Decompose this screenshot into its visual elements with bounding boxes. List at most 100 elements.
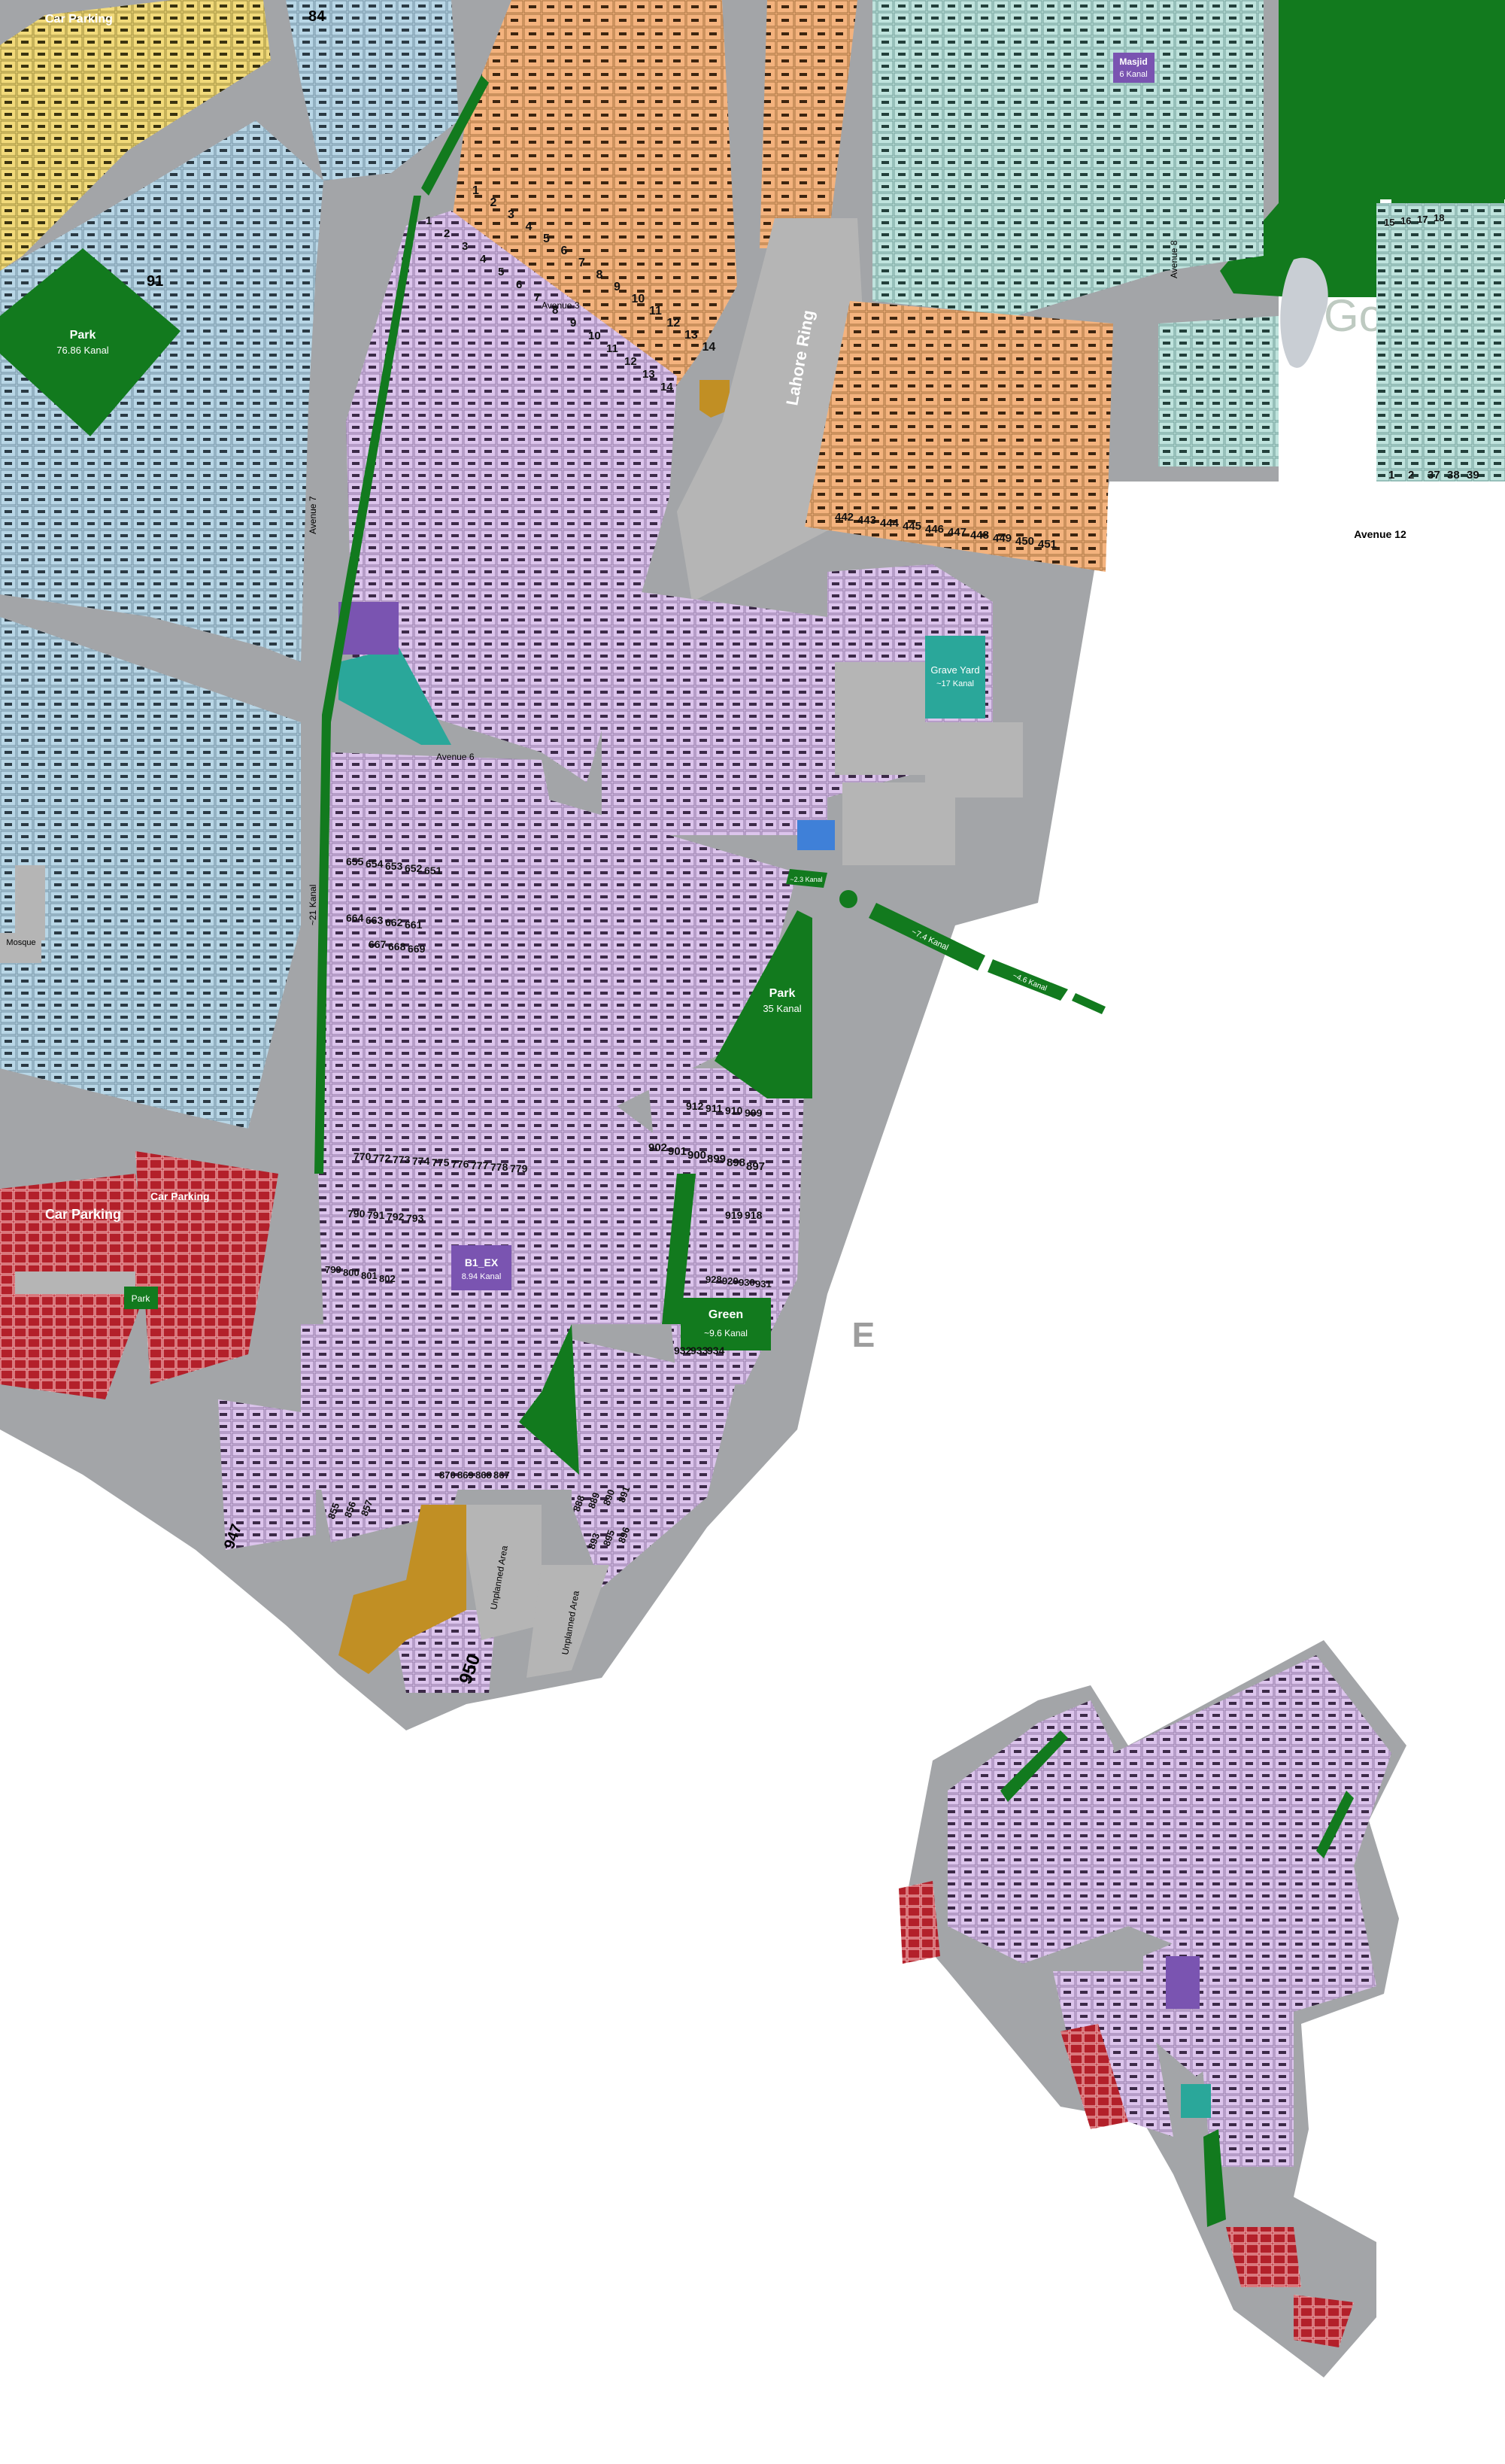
- avenue-6-label: Avenue 6: [436, 752, 475, 762]
- teal-plot-block-golf: [1158, 316, 1279, 466]
- green-roundabout: [839, 890, 857, 908]
- plot-number-teal-right: 18: [1434, 212, 1444, 223]
- plot-number-purple-k: 933: [690, 1344, 709, 1357]
- plot-number-purple-h: 910: [725, 1104, 743, 1117]
- plot-number-purple-avenue: 11: [606, 342, 618, 355]
- plot-number-purple-g: 899: [707, 1153, 726, 1165]
- car-parking-gray: [15, 865, 45, 940]
- plot-number-purple-c: 669: [408, 943, 426, 955]
- plot-number-purple-g: 902: [648, 1141, 667, 1154]
- plot-number-purple-b: 664: [346, 912, 364, 924]
- plot-number-orange-right: 448: [970, 529, 989, 542]
- plot-number-orange-right: 445: [903, 520, 921, 533]
- site-plan-map: Golf Course Phi Park 76.86 Kanal Lahore …: [0, 0, 1505, 2377]
- plot-number-teal-bottom: 2: [1408, 469, 1414, 482]
- plot-number-purple-o: 868: [475, 1469, 492, 1481]
- plot-number-purple-avenue: 2: [444, 227, 450, 240]
- plot-number-orange-right: 444: [880, 517, 900, 530]
- school-blue: [797, 820, 835, 850]
- plot-number-purple-e: 792: [387, 1211, 405, 1223]
- plot-number-orange-top: 12: [667, 317, 681, 330]
- plot-number-purple-d: 770: [353, 1150, 372, 1162]
- b1-ex-label: B1_EX: [465, 1256, 499, 1268]
- purple-plot-block-a: [323, 752, 549, 1129]
- park-35-label: Park: [769, 987, 796, 1000]
- plot-number-orange-right: 451: [1038, 538, 1057, 551]
- plot-number-purple-avenue: 14: [660, 381, 673, 393]
- plot-number-purple-e: 791: [367, 1209, 385, 1221]
- plot-number-orange-top: 9: [614, 281, 621, 293]
- plot-number-orange-top: 13: [684, 329, 698, 342]
- plot-number-purple-avenue: 6: [516, 278, 522, 291]
- plot-number-purple-e: 790: [347, 1208, 366, 1220]
- avenue-8-label: Avenue 8: [1169, 240, 1179, 278]
- plot-number-orange-right: 442: [835, 511, 854, 524]
- masjid-label: Masjid: [1119, 56, 1147, 67]
- park-small-label: Park: [132, 1293, 151, 1304]
- plot-number-purple-o: 870: [439, 1469, 456, 1481]
- green-area: ~9.6 Kanal: [704, 1328, 748, 1338]
- kanal-21-label: ~21 Kanal: [308, 885, 318, 925]
- grave-yard-label: Grave Yard: [930, 664, 979, 676]
- teal-area-lower: [1181, 2084, 1211, 2118]
- mosque-purple-lower: [1166, 1956, 1200, 2009]
- plot-number-orange-top: 3: [508, 208, 514, 221]
- plot-number-orange-right: 450: [1015, 535, 1034, 548]
- plot-number-purple-a: 653: [385, 860, 403, 872]
- plot-number-purple-g: 900: [687, 1149, 706, 1162]
- purple-plot-block-center: [602, 587, 827, 835]
- plot-number-purple-avenue: 5: [498, 266, 504, 278]
- plot-number-orange-top: 7: [578, 257, 585, 269]
- plot-number-purple-d: 772: [373, 1152, 391, 1164]
- b1-ex-area: 8.94 Kanal: [462, 1272, 502, 1281]
- plot-number-teal-right: 16: [1400, 215, 1411, 226]
- plot-number-purple-h: 911: [705, 1102, 723, 1114]
- plot-number-teal-right: 17: [1417, 214, 1428, 225]
- mosque-label: Mosque: [6, 938, 35, 947]
- plot-number-orange-top: 14: [702, 341, 716, 354]
- plot-number-purple-a: 655: [346, 855, 364, 867]
- plot-number-purple-f: 801: [361, 1270, 378, 1281]
- avenue-7-label: Avenue 7: [308, 496, 318, 534]
- car-parking-label-3: Car Parking: [45, 13, 113, 26]
- teal-plot-block-golf-2: [1376, 203, 1505, 482]
- green-label: Green: [709, 1308, 743, 1321]
- plot-number-91: 91: [147, 273, 163, 290]
- plot-number-teal-bottom: 1: [1388, 469, 1394, 482]
- plot-number-purple-d: 776: [451, 1158, 469, 1170]
- park-main-label: Park: [70, 329, 96, 342]
- plot-number-purple-h: 912: [686, 1100, 704, 1112]
- plot-number-teal-bottom: 38: [1447, 469, 1460, 482]
- grave-yard: [925, 636, 985, 719]
- plot-number-purple-avenue: 9: [570, 317, 576, 330]
- plot-number-purple-b: 661: [405, 919, 423, 931]
- mosque-gray: [0, 933, 41, 963]
- plot-number-orange-top: 1: [472, 184, 479, 197]
- grave-yard-area: ~17 Kanal: [936, 679, 974, 688]
- plot-number-purple-avenue: 10: [588, 330, 601, 342]
- plot-number-purple-avenue: 7: [534, 291, 540, 304]
- sector-letter-e: E: [852, 1315, 875, 1354]
- plot-number-purple-h: 909: [745, 1107, 763, 1119]
- plot-number-purple-j: 929: [722, 1275, 739, 1287]
- green-kanal-small: [1072, 993, 1106, 1014]
- gray-strip-red: [15, 1271, 135, 1294]
- plot-number-purple-a: 654: [366, 858, 384, 870]
- plot-number-orange-top: 4: [526, 220, 533, 233]
- plot-number-teal-bottom: 39: [1467, 469, 1479, 482]
- plot-number-purple-g: 897: [746, 1160, 765, 1173]
- park-main-area: 76.86 Kanal: [56, 345, 109, 356]
- plot-number-purple-o: 867: [493, 1469, 510, 1481]
- plot-number-purple-o: 869: [457, 1469, 474, 1481]
- plot-number-purple-j: 930: [739, 1277, 755, 1288]
- plot-number-purple-avenue: 13: [642, 368, 655, 381]
- plot-number-orange-top: 2: [490, 196, 497, 209]
- plot-number-purple-d: 779: [510, 1162, 528, 1174]
- plot-number-orange-top: 5: [543, 232, 550, 245]
- commercial-grey-3: [842, 782, 955, 865]
- plot-number-orange-top: 11: [649, 305, 662, 317]
- plot-number-purple-a: 651: [424, 864, 442, 877]
- plot-number-teal-right: 15: [1384, 217, 1394, 228]
- kanal-23-label: ~2.3 Kanal: [790, 876, 822, 883]
- plot-number-purple-c: 667: [369, 938, 387, 950]
